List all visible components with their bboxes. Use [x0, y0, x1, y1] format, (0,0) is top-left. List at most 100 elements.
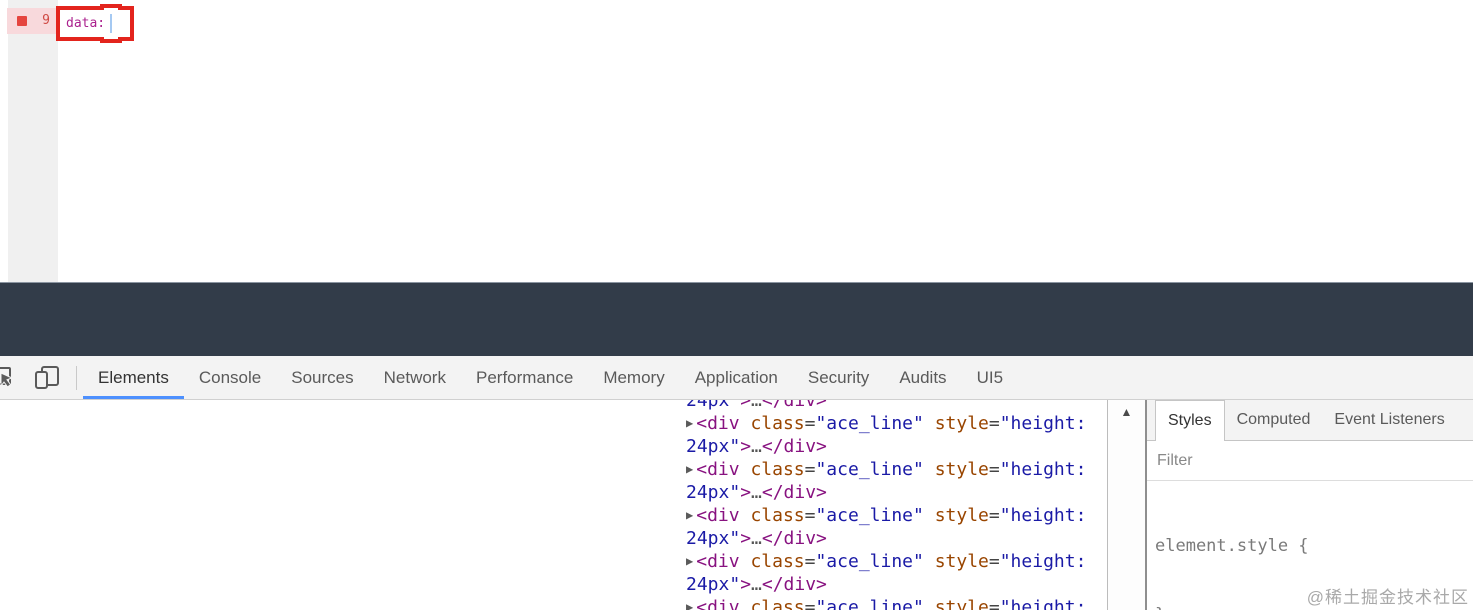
syntax-token: =	[804, 505, 816, 526]
devtools-toolbar-icons	[0, 356, 77, 399]
syntax-token: class	[750, 459, 805, 480]
keyword-token[interactable]: data:	[66, 16, 105, 31]
syntax-token: =	[804, 413, 816, 434]
syntax-token: class	[750, 551, 805, 572]
syntax-token: >	[740, 400, 752, 411]
syntax-token: =	[988, 413, 1000, 434]
syntax-token: "ace_line"	[815, 505, 924, 526]
tree-scrollbar[interactable]: ▲	[1108, 400, 1145, 610]
sidebar-tab-computed[interactable]: Computed	[1225, 400, 1323, 440]
syntax-token	[740, 551, 751, 572]
syntax-token: >	[740, 574, 752, 595]
ace-editor: 9 data:	[0, 0, 1473, 282]
open-brace: {	[1288, 536, 1309, 556]
dom-tree-node-partial[interactable]: 24px">…</div>	[686, 400, 1107, 412]
syntax-token: =	[988, 505, 1000, 526]
page-dark-band	[0, 282, 1473, 356]
device-toolbar-icon[interactable]	[33, 364, 61, 392]
syntax-token: style	[934, 551, 989, 572]
syntax-token: =	[988, 597, 1000, 610]
syntax-token: <div	[696, 551, 740, 572]
tab-elements[interactable]: Elements	[83, 356, 184, 399]
sidebar-tab-bar: Styles Computed Event Listeners	[1147, 400, 1473, 441]
toolbar-separator	[76, 366, 77, 390]
syntax-token	[924, 505, 935, 526]
styles-filter-input[interactable]: Filter	[1147, 441, 1473, 481]
expand-arrow-icon[interactable]: ▶	[686, 416, 693, 430]
syntax-token: =	[804, 551, 816, 572]
sidebar-tab-styles[interactable]: Styles	[1155, 400, 1225, 441]
tab-sources[interactable]: Sources	[276, 356, 368, 399]
close-brace: }	[1155, 605, 1165, 610]
syntax-token	[924, 413, 935, 434]
syntax-token: style	[934, 597, 989, 610]
tab-security[interactable]: Security	[793, 356, 884, 399]
syntax-token: <div	[696, 413, 740, 434]
rule-selector-line: element.style {	[1155, 535, 1473, 558]
syntax-token: <div	[696, 597, 740, 610]
syntax-token: </div>	[761, 528, 827, 549]
devtools-toolbar: Elements Console Sources Network Performance…	[0, 356, 1473, 400]
syntax-token: style	[934, 413, 989, 434]
syntax-token: class	[750, 505, 805, 526]
syntax-token	[924, 551, 935, 572]
selector-text[interactable]: element.style	[1155, 536, 1288, 556]
dom-tree-node[interactable]: ▶<div class="ace_line" style="height: 24…	[686, 412, 1107, 458]
expand-arrow-icon[interactable]: ▶	[686, 600, 693, 610]
expand-arrow-icon[interactable]: ▶	[686, 554, 693, 568]
syntax-token: 24px"	[686, 400, 741, 411]
syntax-token: =	[804, 459, 816, 480]
syntax-token: …	[751, 482, 762, 503]
syntax-token: =	[988, 459, 1000, 480]
syntax-token: …	[751, 400, 762, 411]
sidebar-tab-event-listeners[interactable]: Event Listeners	[1322, 400, 1456, 440]
expand-arrow-icon[interactable]: ▶	[686, 508, 693, 522]
syntax-token: >	[740, 482, 752, 503]
syntax-token: "ace_line"	[815, 459, 924, 480]
dom-tree: 24px">…</div> ▶ <div class="ace_line" styl…	[686, 400, 1107, 610]
syntax-token: "ace_line"	[815, 597, 924, 610]
tab-memory[interactable]: Memory	[588, 356, 679, 399]
syntax-token: </div>	[761, 436, 827, 457]
editor-gutter[interactable]	[8, 0, 58, 282]
syntax-token: >	[740, 528, 752, 549]
syntax-token: style	[934, 459, 989, 480]
styles-sidebar: Styles Computed Event Listeners Filter ele…	[1147, 400, 1473, 610]
text-cursor	[110, 14, 113, 33]
syntax-token: </div>	[761, 482, 827, 503]
syntax-token	[924, 459, 935, 480]
syntax-token: =	[988, 551, 1000, 572]
tab-ui5[interactable]: UI5	[962, 356, 1018, 399]
tab-performance[interactable]: Performance	[461, 356, 588, 399]
inspect-element-icon[interactable]	[0, 364, 19, 392]
syntax-token: =	[804, 597, 816, 610]
screenshot-root: 9 data: Elements Console Sources Network Per…	[0, 0, 1473, 610]
syntax-token: class	[750, 413, 805, 434]
devtools-tab-bar: Elements Console Sources Network Performance…	[83, 356, 1018, 399]
expand-arrow-icon[interactable]: ▶	[686, 462, 693, 476]
syntax-token: </div>	[761, 400, 827, 411]
syntax-token	[740, 413, 751, 434]
code-line[interactable]: data:	[55, 6, 135, 41]
syntax-token: …	[751, 574, 762, 595]
tab-application[interactable]: Application	[680, 356, 793, 399]
dom-tree-node[interactable]: ▶<div class="ace_line" style="height: 24…	[686, 596, 1107, 610]
dom-tree-node[interactable]: ▶<div class="ace_line" style="height: 24…	[686, 550, 1107, 596]
watermark: @稀土掘金技术社区	[1306, 588, 1469, 607]
line-number[interactable]: 9	[8, 8, 50, 34]
syntax-token: <div	[696, 505, 740, 526]
syntax-token: <div	[696, 459, 740, 480]
syntax-token	[740, 597, 751, 610]
annotation-box-keyword: data:	[55, 6, 135, 41]
tab-console[interactable]: Console	[184, 356, 276, 399]
dom-tree-node[interactable]: ▶<div class="ace_line" style="height: 24…	[686, 504, 1107, 550]
syntax-token: style	[934, 505, 989, 526]
syntax-token	[740, 459, 751, 480]
syntax-token: …	[751, 436, 762, 457]
syntax-token: >	[740, 436, 752, 457]
tab-network[interactable]: Network	[369, 356, 461, 399]
scroll-up-arrow-icon[interactable]: ▲	[1108, 405, 1145, 419]
dom-tree-node[interactable]: ▶<div class="ace_line" style="height: 24…	[686, 458, 1107, 504]
tab-audits[interactable]: Audits	[884, 356, 961, 399]
elements-tree-panel: 24px">…</div> ▶ <div class="ace_line" styl…	[0, 400, 1108, 610]
